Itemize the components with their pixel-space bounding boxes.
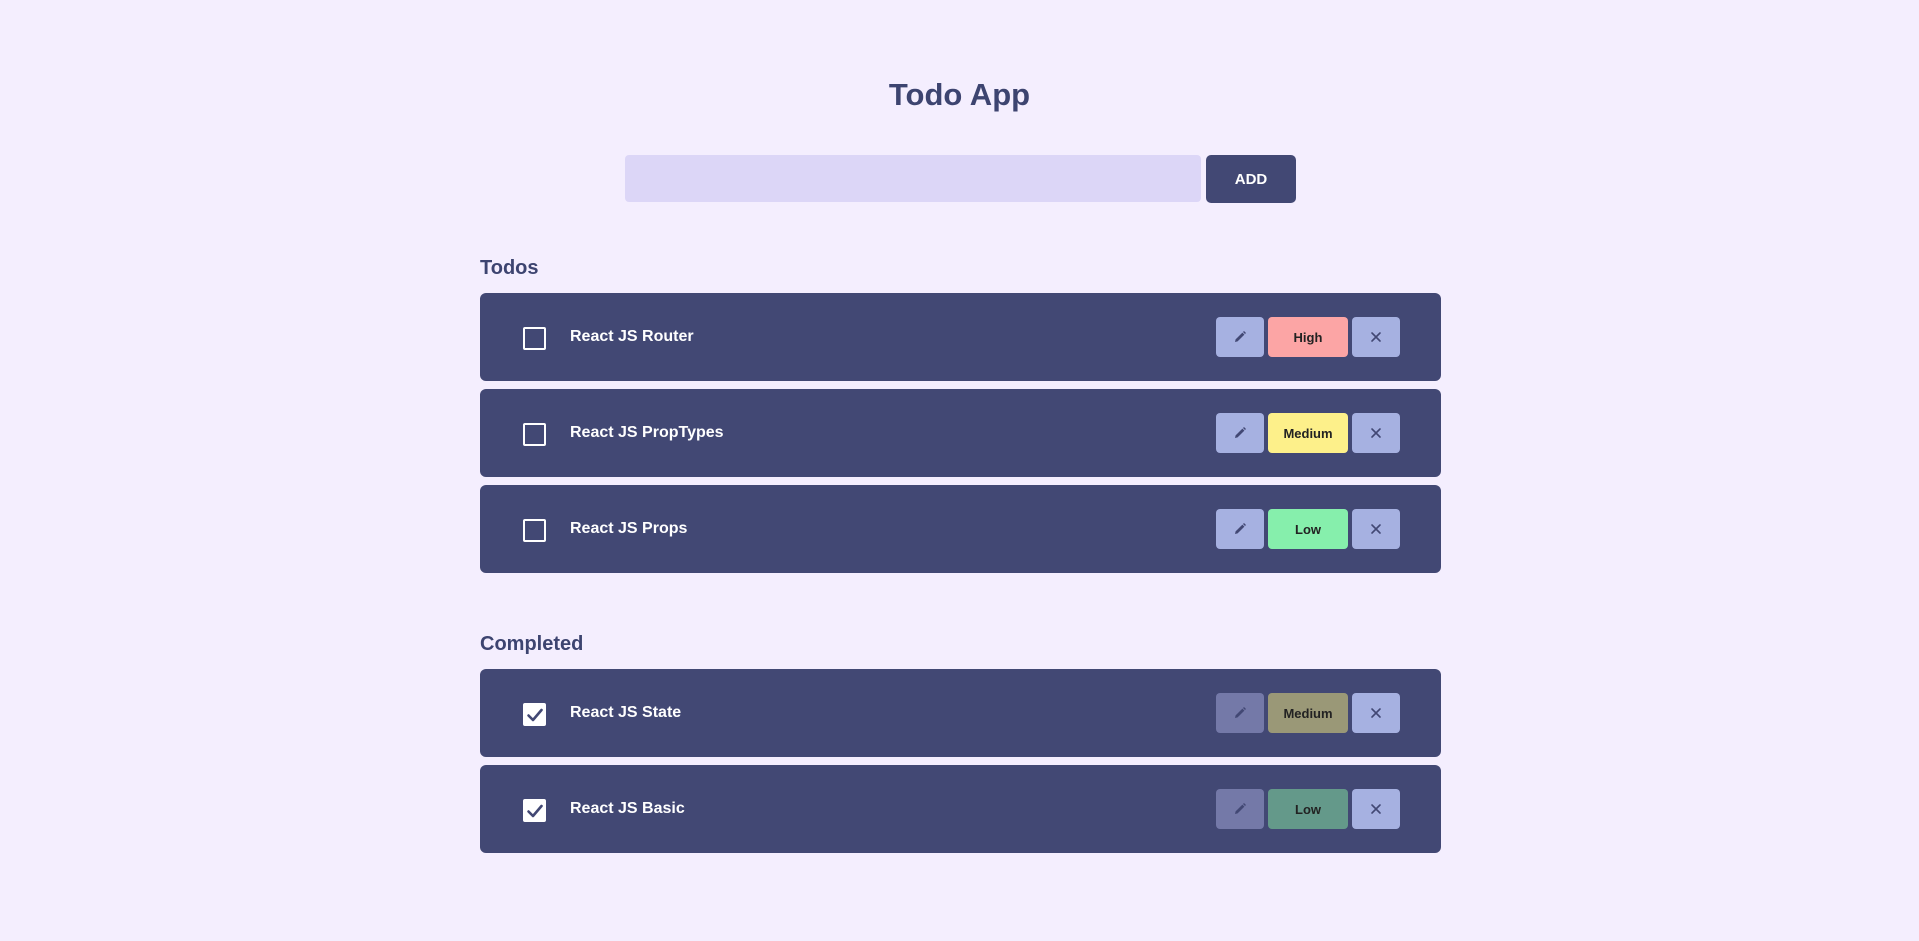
edit-button[interactable] xyxy=(1216,317,1264,357)
todo-actions: High xyxy=(1216,317,1400,357)
todo-checkbox[interactable] xyxy=(523,519,546,542)
page-title: Todo App xyxy=(888,77,1031,112)
edit-button[interactable] xyxy=(1216,693,1264,733)
completed-section: Completed React JS State Medium React JS… xyxy=(480,631,1441,861)
todo-actions: Medium xyxy=(1216,413,1400,453)
priority-badge[interactable]: High xyxy=(1268,317,1348,357)
add-button[interactable]: ADD xyxy=(1206,155,1296,203)
todo-checkbox[interactable] xyxy=(523,423,546,446)
close-icon xyxy=(1371,332,1381,342)
todo-text: React JS Props xyxy=(570,520,688,537)
delete-button[interactable] xyxy=(1352,509,1400,549)
todo-actions: Medium xyxy=(1216,693,1400,733)
priority-badge[interactable]: Medium xyxy=(1268,693,1348,733)
todo-actions: Low xyxy=(1216,509,1400,549)
priority-badge[interactable]: Medium xyxy=(1268,413,1348,453)
pencil-icon xyxy=(1235,803,1246,814)
checkmark-icon xyxy=(526,708,543,721)
pencil-icon xyxy=(1235,331,1246,342)
edit-button[interactable] xyxy=(1216,789,1264,829)
close-icon xyxy=(1371,428,1381,438)
priority-badge[interactable]: Low xyxy=(1268,789,1348,829)
todos-list: React JS Router High React JS PropTypes xyxy=(480,293,1441,573)
add-todo-form: ADD xyxy=(625,155,1296,203)
completed-list: React JS State Medium React JS Basic Low xyxy=(480,669,1441,853)
close-icon xyxy=(1371,804,1381,814)
todo-text: React JS Basic xyxy=(570,800,685,817)
todos-section: Todos React JS Router High React JS Prop… xyxy=(480,255,1441,581)
close-icon xyxy=(1371,708,1381,718)
edit-button[interactable] xyxy=(1216,509,1264,549)
delete-button[interactable] xyxy=(1352,317,1400,357)
todo-item: React JS Props Low xyxy=(480,485,1441,573)
completed-section-title: Completed xyxy=(480,633,584,655)
pencil-icon xyxy=(1235,427,1246,438)
todo-checkbox[interactable] xyxy=(523,327,546,350)
pencil-icon xyxy=(1235,707,1246,718)
todo-input[interactable] xyxy=(625,155,1201,202)
todos-section-title: Todos xyxy=(480,257,539,279)
todo-checkbox[interactable] xyxy=(523,703,546,726)
close-icon xyxy=(1371,524,1381,534)
todo-actions: Low xyxy=(1216,789,1400,829)
delete-button[interactable] xyxy=(1352,693,1400,733)
todo-text: React JS Router xyxy=(570,328,694,345)
pencil-icon xyxy=(1235,523,1246,534)
todo-checkbox[interactable] xyxy=(523,799,546,822)
todo-text: React JS State xyxy=(570,704,682,721)
checkmark-icon xyxy=(526,804,543,817)
todo-item: React JS Basic Low xyxy=(480,765,1441,853)
todo-item: React JS PropTypes Medium xyxy=(480,389,1441,477)
todo-item: React JS State Medium xyxy=(480,669,1441,757)
edit-button[interactable] xyxy=(1216,413,1264,453)
priority-badge[interactable]: Low xyxy=(1268,509,1348,549)
todo-item: React JS Router High xyxy=(480,293,1441,381)
delete-button[interactable] xyxy=(1352,413,1400,453)
delete-button[interactable] xyxy=(1352,789,1400,829)
todo-text: React JS PropTypes xyxy=(570,424,724,441)
